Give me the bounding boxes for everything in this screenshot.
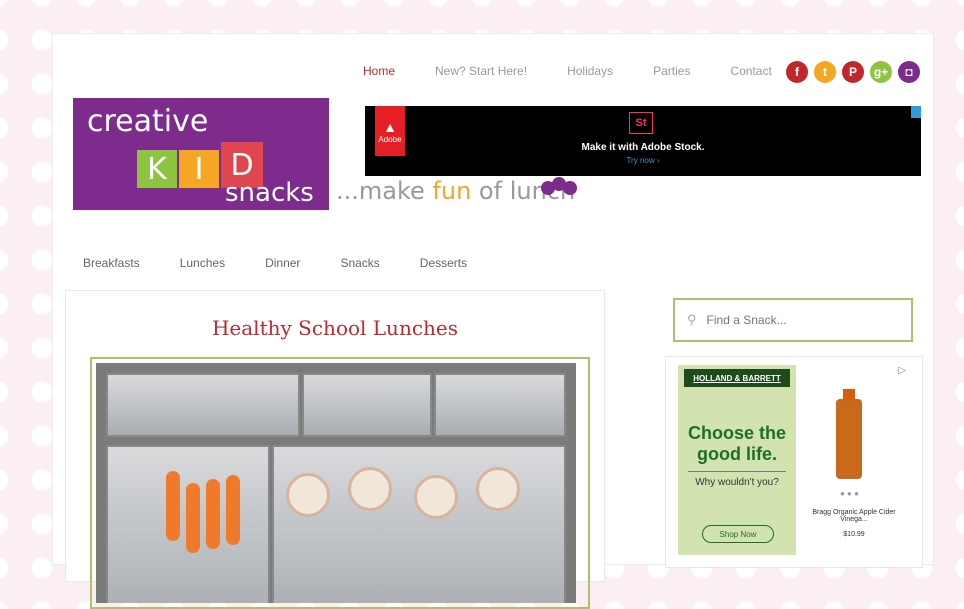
pinwheel-roll xyxy=(476,467,520,511)
tagline-pre: ...make xyxy=(336,177,433,205)
hb-headline-1: Choose the xyxy=(687,423,786,443)
shop-now-button[interactable]: Shop Now xyxy=(702,525,774,543)
ad-left-panel: HOLLAND & BARRETT Choose the good life. … xyxy=(678,365,796,555)
cat-breakfasts[interactable]: Breakfasts xyxy=(83,256,140,270)
post-title[interactable]: Healthy School Lunches xyxy=(66,316,604,340)
search-input[interactable] xyxy=(704,312,899,328)
tray-compartment xyxy=(434,373,566,437)
ad-headline: Make it with Adobe Stock. xyxy=(581,142,705,153)
post-image-frame xyxy=(90,357,590,609)
pinwheel-roll xyxy=(286,473,330,517)
cat-lunches[interactable]: Lunches xyxy=(180,256,225,270)
product-name[interactable]: Bragg Organic Apple Cider Vinega... xyxy=(800,509,908,523)
logo-text-snacks: snacks xyxy=(225,178,314,208)
carousel-dots[interactable]: ● ● ● xyxy=(840,489,859,498)
search-icon[interactable]: ⚲ xyxy=(687,312,697,328)
logo-letter-i: I xyxy=(194,151,204,187)
hb-headline-2: good life. xyxy=(697,444,777,464)
nav-parties[interactable]: Parties xyxy=(653,64,690,78)
instagram-icon[interactable]: ◘ xyxy=(898,61,920,83)
logo-block-k: K xyxy=(137,150,177,188)
tagline-faces-icon xyxy=(541,177,577,195)
logo-text-creative: creative xyxy=(87,104,209,139)
search-box: ⚲ xyxy=(673,298,913,342)
carrot xyxy=(206,479,220,549)
adobe-stock-ad[interactable]: ▲ Adobe St Make it with Adobe Stock. Try … xyxy=(365,106,921,176)
tagline: ...make fun of lunch xyxy=(336,177,575,205)
holland-barrett-ad[interactable]: HOLLAND & BARRETT Choose the good life. … xyxy=(678,365,908,555)
pinwheel-roll xyxy=(414,475,458,519)
nav-home[interactable]: Home xyxy=(363,64,395,78)
carrot xyxy=(226,475,240,545)
ad-info-icon[interactable] xyxy=(911,106,921,118)
tray-compartment xyxy=(106,373,300,437)
cat-dinner[interactable]: Dinner xyxy=(265,256,300,270)
hb-divider xyxy=(688,471,786,472)
tagline-fun: fun xyxy=(432,177,472,205)
facebook-icon[interactable]: f xyxy=(786,61,808,83)
carrot xyxy=(166,471,180,541)
main-content: Healthy School Lunches xyxy=(65,290,605,609)
hb-subhead: Why wouldn't you? xyxy=(695,477,779,488)
product-price: $10.99 xyxy=(843,531,865,538)
nav-new-start-here[interactable]: New? Start Here! xyxy=(435,64,527,78)
lunchbox-photo[interactable] xyxy=(96,363,576,603)
hb-headline: Choose the good life. xyxy=(678,423,796,465)
pinwheel-roll xyxy=(348,467,392,511)
twitter-icon[interactable]: t xyxy=(814,61,836,83)
social-links: f t P g+ ◘ xyxy=(786,61,926,83)
vinegar-bottle-image[interactable] xyxy=(836,389,862,479)
site-logo[interactable]: creative K I D snacks xyxy=(73,98,329,210)
logo-letter-k: K xyxy=(147,151,167,187)
page-container: Home New? Start Here! Holidays Parties C… xyxy=(52,33,934,609)
cat-desserts[interactable]: Desserts xyxy=(420,256,467,270)
nav-holidays[interactable]: Holidays xyxy=(567,64,613,78)
sidebar-ad-widget: HOLLAND & BARRETT Choose the good life. … xyxy=(665,356,923,568)
googleplus-icon[interactable]: g+ xyxy=(870,61,892,83)
nav-contact[interactable]: Contact xyxy=(730,64,771,78)
cat-snacks[interactable]: Snacks xyxy=(340,256,379,270)
tray-compartment xyxy=(302,373,432,437)
logo-block-i: I xyxy=(179,150,219,188)
carrot xyxy=(186,483,200,553)
top-nav: Home New? Start Here! Holidays Parties C… xyxy=(363,64,812,78)
hb-brand-logo: HOLLAND & BARRETT xyxy=(684,369,790,387)
tray-compartment xyxy=(272,445,566,603)
stock-badge: St xyxy=(629,112,653,134)
pinterest-icon[interactable]: P xyxy=(842,61,864,83)
category-nav: Breakfasts Lunches Dinner Snacks Dessert… xyxy=(83,256,507,270)
adchoices-icon[interactable]: ▷ xyxy=(898,365,906,376)
ad-cta-link[interactable]: Try now › xyxy=(365,156,921,165)
